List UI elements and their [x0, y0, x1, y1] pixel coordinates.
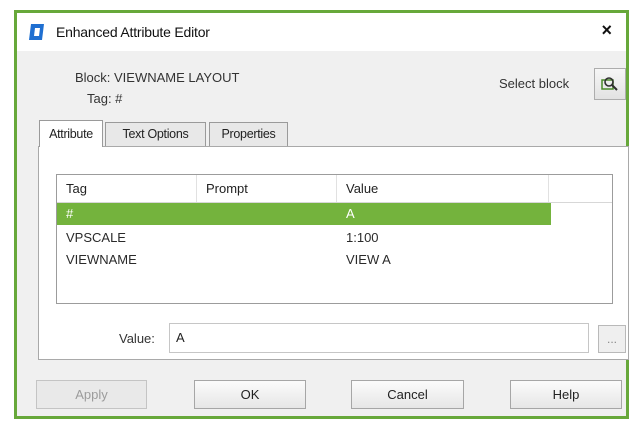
table-row[interactable]: VIEWNAME VIEW A — [57, 249, 551, 271]
attribute-list[interactable]: Tag Prompt Value # A VPSCALE 1:100 VIEWN… — [56, 174, 613, 304]
block-info: Block: VIEWNAME LAYOUT Tag: # — [75, 67, 239, 109]
column-header-tag[interactable]: Tag — [57, 175, 197, 202]
tab-properties[interactable]: Properties — [209, 122, 288, 147]
dialog-title: Enhanced Attribute Editor — [56, 24, 210, 40]
list-header: Tag Prompt Value — [57, 175, 612, 203]
column-header-prompt[interactable]: Prompt — [197, 175, 337, 202]
row-tag: VPSCALE — [66, 230, 126, 245]
value-browse-button[interactable]: ... — [598, 325, 626, 353]
ok-button[interactable]: OK — [194, 380, 306, 409]
help-button[interactable]: Help — [510, 380, 622, 409]
block-name-label: Block: VIEWNAME LAYOUT — [75, 70, 240, 85]
title-bar: Enhanced Attribute Editor × — [17, 13, 626, 51]
table-row[interactable]: # A — [57, 203, 551, 225]
row-value: A — [346, 206, 355, 221]
apply-button[interactable]: Apply — [36, 380, 147, 409]
tab-attribute[interactable]: Attribute — [39, 120, 103, 147]
row-value: VIEW A — [346, 252, 391, 267]
cancel-button[interactable]: Cancel — [351, 380, 464, 409]
app-logo-icon — [27, 22, 47, 42]
value-input[interactable]: A — [169, 323, 589, 353]
tag-name-label: Tag: # — [87, 91, 123, 106]
attribute-panel: Tag Prompt Value # A VPSCALE 1:100 VIEWN… — [38, 146, 629, 360]
select-block-label: Select block — [499, 76, 570, 91]
row-tag: VIEWNAME — [66, 252, 137, 267]
select-objects-icon — [600, 74, 620, 95]
select-block-button[interactable] — [594, 68, 626, 100]
tab-text-options[interactable]: Text Options — [105, 122, 206, 147]
row-value: 1:100 — [346, 230, 379, 245]
column-header-value[interactable]: Value — [337, 175, 549, 202]
close-button[interactable]: × — [601, 20, 612, 40]
dialog-window: Enhanced Attribute Editor × Block: VIEWN… — [14, 10, 629, 419]
value-label: Value: — [119, 331, 155, 346]
row-tag: # — [66, 206, 74, 221]
table-row[interactable]: VPSCALE 1:100 — [57, 227, 551, 249]
